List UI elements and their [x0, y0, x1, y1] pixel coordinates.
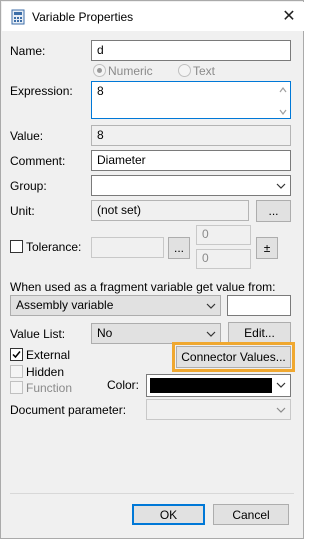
- name-field[interactable]: d: [91, 40, 291, 61]
- chevron-down-icon: [205, 328, 217, 340]
- fragment-label: When used as a fragment variable get val…: [10, 280, 276, 294]
- color-label: Color:: [107, 378, 140, 392]
- numeric-label: Numeric: [108, 64, 153, 78]
- plus-minus-button[interactable]: ±: [256, 237, 278, 259]
- edit-value-list-button[interactable]: Edit...: [228, 322, 291, 344]
- fragment-source-dropdown[interactable]: Assembly variable: [10, 295, 221, 316]
- chevron-down-icon: [275, 379, 287, 391]
- ok-button[interactable]: OK: [132, 504, 205, 525]
- value-list-dropdown[interactable]: No: [91, 323, 221, 344]
- group-label: Group:: [10, 179, 47, 193]
- footer-separator: [10, 493, 294, 494]
- unit-field: (not set): [91, 200, 249, 221]
- group-dropdown[interactable]: [91, 175, 291, 196]
- color-swatch: [150, 378, 272, 393]
- value-list-label: Value List:: [10, 327, 66, 341]
- tolerance-browse-button[interactable]: ...: [168, 237, 190, 259]
- chevron-down-icon: [205, 300, 217, 312]
- external-label: External: [26, 348, 71, 362]
- window-title: Variable Properties: [32, 10, 134, 24]
- title-bar: Variable Properties ✕: [2, 2, 304, 31]
- function-label: Function: [26, 381, 73, 395]
- document-parameter-dropdown: [146, 399, 291, 420]
- scroll-down-arrow-icon[interactable]: [278, 106, 288, 116]
- color-dropdown[interactable]: [146, 374, 291, 397]
- chevron-down-icon: [275, 404, 287, 416]
- fragment-extra-field[interactable]: [227, 295, 291, 316]
- scroll-up-arrow-icon[interactable]: [278, 84, 288, 94]
- expression-value: 8: [97, 84, 104, 98]
- text-label: Text: [193, 64, 216, 78]
- close-icon[interactable]: ✕: [278, 6, 300, 28]
- comment-field[interactable]: Diameter: [91, 150, 291, 171]
- fragment-source-value: Assembly variable: [16, 298, 114, 312]
- text-radio[interactable]: [178, 64, 191, 77]
- hidden-checkbox[interactable]: [10, 365, 23, 378]
- checkmark-icon: [12, 351, 21, 359]
- comment-label: Comment:: [10, 154, 66, 168]
- tolerance-upper-field: 0: [196, 225, 251, 245]
- external-checkbox[interactable]: [10, 348, 23, 361]
- unit-label: Unit:: [10, 204, 35, 218]
- tolerance-checkbox[interactable]: [10, 240, 23, 253]
- expression-label: Expression:: [10, 84, 73, 98]
- cancel-button[interactable]: Cancel: [213, 504, 289, 525]
- unit-browse-button[interactable]: ...: [256, 200, 291, 222]
- value-label: Value:: [10, 129, 44, 143]
- chevron-down-icon: [275, 180, 287, 192]
- tolerance-lower-field: 0: [196, 249, 251, 269]
- function-checkbox: [10, 381, 23, 394]
- value-field: 8: [91, 125, 291, 146]
- hidden-label: Hidden: [26, 365, 65, 379]
- tolerance-label: Tolerance:: [26, 240, 82, 254]
- expression-field[interactable]: 8: [91, 81, 291, 119]
- connector-values-button[interactable]: Connector Values...: [172, 342, 295, 372]
- document-parameter-label: Document parameter:: [10, 403, 127, 417]
- name-label: Name:: [10, 44, 46, 58]
- value-list-value: No: [97, 326, 113, 340]
- calculator-icon: [10, 9, 26, 25]
- variable-properties-dialog: Variable Properties ✕ Name: d Numeric Te…: [0, 0, 304, 539]
- numeric-radio[interactable]: [93, 64, 106, 77]
- tolerance-field: [91, 237, 164, 258]
